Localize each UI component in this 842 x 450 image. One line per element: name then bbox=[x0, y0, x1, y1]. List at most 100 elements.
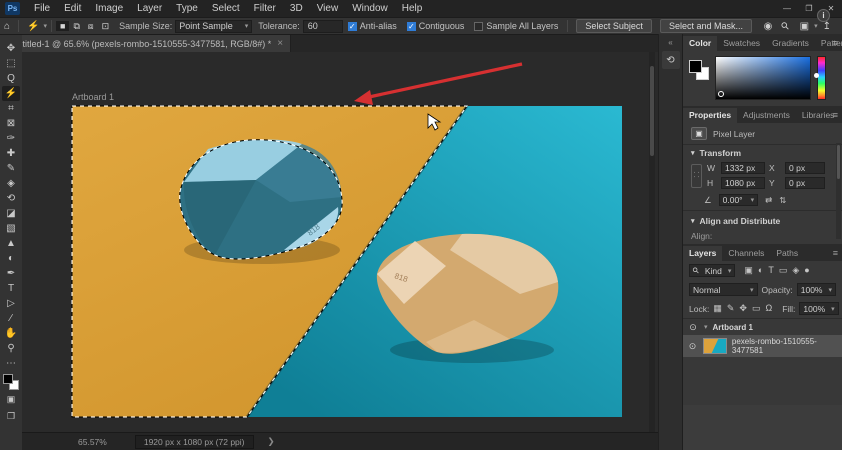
x-input[interactable]: 0 px bbox=[785, 162, 825, 174]
search-icon[interactable]: ⚲ bbox=[776, 16, 796, 36]
filter-type-layers-icon[interactable]: T bbox=[768, 265, 774, 276]
flip-horizontal-icon[interactable]: ⇄ bbox=[765, 195, 772, 206]
layer-filter-dropdown[interactable]: ⚲ Kind ▾ bbox=[689, 264, 736, 277]
healing-brush-tool[interactable]: ✚ bbox=[2, 146, 20, 161]
hand-tool[interactable]: ✋ bbox=[2, 326, 20, 341]
menu-3d[interactable]: 3D bbox=[283, 0, 310, 17]
zoom-level-field[interactable]: 65.57% bbox=[78, 437, 107, 447]
panel-menu-icon[interactable]: ≡ bbox=[833, 110, 838, 120]
teal-guitar-pick[interactable]: 818 bbox=[179, 139, 343, 264]
select-and-mask-button[interactable]: Select and Mask... bbox=[659, 19, 752, 33]
menu-filter[interactable]: Filter bbox=[247, 0, 283, 17]
crop-tool[interactable]: ⌗ bbox=[2, 101, 20, 116]
frame-tool[interactable]: ⊠ bbox=[2, 116, 20, 131]
brush-tool[interactable]: ✎ bbox=[2, 161, 20, 176]
y-input[interactable]: 0 px bbox=[785, 177, 825, 189]
tab-swatches[interactable]: Swatches bbox=[717, 36, 766, 51]
workspace-icon[interactable]: ▣ bbox=[795, 21, 814, 32]
canvas-vertical-scrollbar[interactable] bbox=[649, 52, 655, 432]
menu-layer[interactable]: Layer bbox=[130, 0, 169, 17]
selection-subtract-icon[interactable]: ⧈ bbox=[84, 21, 98, 32]
contiguous-checkbox[interactable]: ✓ Contiguous bbox=[406, 21, 464, 31]
panel-menu-icon[interactable]: ≡ bbox=[833, 248, 838, 258]
lock-all-icon[interactable]: Ω bbox=[765, 303, 772, 314]
foreground-color-swatch[interactable] bbox=[3, 374, 13, 384]
selection-intersect-icon[interactable]: ⊡ bbox=[98, 21, 114, 32]
foreground-background-swatches[interactable] bbox=[3, 374, 19, 390]
more-tools-button[interactable]: ⋯ bbox=[2, 356, 20, 371]
eraser-tool[interactable]: ◪ bbox=[2, 206, 20, 221]
width-input[interactable]: 1332 px bbox=[721, 162, 765, 174]
filter-toggle-icon[interactable]: ● bbox=[804, 265, 809, 276]
move-tool[interactable]: ✥ bbox=[2, 41, 20, 56]
layer-row-image[interactable]: ⊙ pexels-rombo-1510555-3477581 bbox=[683, 335, 842, 357]
properties-scrollbar[interactable] bbox=[836, 143, 841, 239]
foreground-color-swatch[interactable] bbox=[689, 60, 702, 73]
canvas-area[interactable]: Artboard 1 818 818 bbox=[22, 52, 655, 432]
blur-tool[interactable]: ▲ bbox=[2, 236, 20, 251]
lock-position-icon[interactable]: ✥ bbox=[739, 303, 747, 314]
dodge-tool[interactable]: ◐ bbox=[2, 251, 20, 266]
path-select-tool[interactable]: ▷ bbox=[2, 296, 20, 311]
filter-pixel-layers-icon[interactable]: ▣ bbox=[744, 265, 753, 276]
menu-type[interactable]: Type bbox=[169, 0, 205, 17]
height-input[interactable]: 1080 px bbox=[721, 177, 765, 189]
line-tool[interactable]: ∕ bbox=[2, 311, 20, 326]
menu-help[interactable]: Help bbox=[395, 0, 430, 17]
tab-color[interactable]: Color bbox=[683, 36, 718, 51]
select-subject-button[interactable]: Select Subject bbox=[576, 19, 652, 33]
eyedropper-tool[interactable]: ✑ bbox=[2, 131, 20, 146]
menu-edit[interactable]: Edit bbox=[57, 0, 88, 17]
expand-dock-icon[interactable]: « bbox=[668, 38, 672, 47]
menu-image[interactable]: Image bbox=[88, 0, 130, 17]
menu-select[interactable]: Select bbox=[205, 0, 247, 17]
artboard-canvas[interactable]: Artboard 1 818 818 bbox=[22, 52, 655, 432]
pen-tool[interactable]: ✒ bbox=[2, 266, 20, 281]
tab-properties[interactable]: Properties bbox=[683, 108, 738, 123]
sample-size-dropdown[interactable]: Point Sample ▾ bbox=[175, 19, 253, 33]
tab-gradients[interactable]: Gradients bbox=[766, 36, 815, 51]
angle-input[interactable]: 0.00° ▾ bbox=[718, 194, 759, 206]
anti-alias-checkbox[interactable]: ✓ Anti-alias bbox=[347, 21, 397, 31]
panel-menu-icon[interactable]: ≡ bbox=[833, 38, 838, 48]
menu-view[interactable]: View bbox=[310, 0, 346, 17]
flip-vertical-icon[interactable]: ⇅ bbox=[779, 195, 786, 206]
sample-all-layers-checkbox[interactable]: Sample All Layers bbox=[474, 21, 558, 31]
clone-stamp-tool[interactable]: ◈ bbox=[2, 176, 20, 191]
zoom-tool[interactable]: ⚲ bbox=[2, 341, 20, 356]
quick-mask-button[interactable]: ▣ bbox=[2, 392, 20, 407]
opacity-input[interactable]: 100% ▾ bbox=[796, 283, 836, 296]
visibility-eye-icon[interactable]: ⊙ bbox=[687, 322, 699, 333]
share-icon[interactable]: ↥ bbox=[818, 21, 836, 32]
tab-close-icon[interactable]: × bbox=[277, 38, 283, 49]
color-field[interactable] bbox=[715, 56, 811, 100]
account-icon[interactable]: ◉ bbox=[759, 21, 778, 32]
tab-layers[interactable]: Layers bbox=[683, 246, 723, 261]
lasso-tool[interactable]: Ԛ bbox=[2, 71, 20, 86]
lock-artboard-icon[interactable]: ▭ bbox=[752, 303, 761, 314]
filter-smart-objects-icon[interactable]: ◈ bbox=[792, 265, 799, 276]
history-brush-tool[interactable]: ⟲ bbox=[2, 191, 20, 206]
type-tool[interactable]: T bbox=[2, 281, 20, 296]
gradient-tool[interactable]: ▧ bbox=[2, 221, 20, 236]
layer-thumbnail[interactable] bbox=[702, 338, 727, 354]
blend-mode-dropdown[interactable]: Normal ▾ bbox=[689, 283, 758, 296]
hue-slider[interactable] bbox=[814, 56, 826, 100]
lock-transparency-icon[interactable]: ▦ bbox=[713, 303, 722, 314]
filter-shape-layers-icon[interactable]: ▭ bbox=[779, 265, 788, 276]
fill-input[interactable]: 100% ▾ bbox=[799, 302, 839, 315]
transform-section-header[interactable]: ▾ Transform bbox=[683, 145, 842, 161]
document-tab[interactable]: Untitled-1 @ 65.6% (pexels-rombo-1510555… bbox=[4, 35, 292, 52]
tolerance-input[interactable]: 60 bbox=[302, 19, 343, 33]
menu-window[interactable]: Window bbox=[345, 0, 395, 17]
lock-image-icon[interactable]: ✎ bbox=[727, 303, 735, 314]
marquee-tool[interactable]: ⬚ bbox=[2, 56, 20, 71]
tool-preset-chevron-icon[interactable]: ▾ bbox=[44, 22, 48, 30]
align-section-header[interactable]: ▾ Align and Distribute bbox=[683, 213, 842, 229]
visibility-eye-icon[interactable]: ⊙ bbox=[687, 341, 698, 352]
reference-point-icon[interactable]: ⸬ bbox=[691, 163, 702, 188]
tab-adjustments[interactable]: Adjustments bbox=[737, 108, 796, 123]
tan-guitar-pick[interactable]: 818 bbox=[376, 233, 559, 363]
artboard-image[interactable]: 818 818 bbox=[71, 105, 622, 418]
layer-row-artboard[interactable]: ⊙ ▾ Artboard 1 bbox=[683, 319, 842, 335]
